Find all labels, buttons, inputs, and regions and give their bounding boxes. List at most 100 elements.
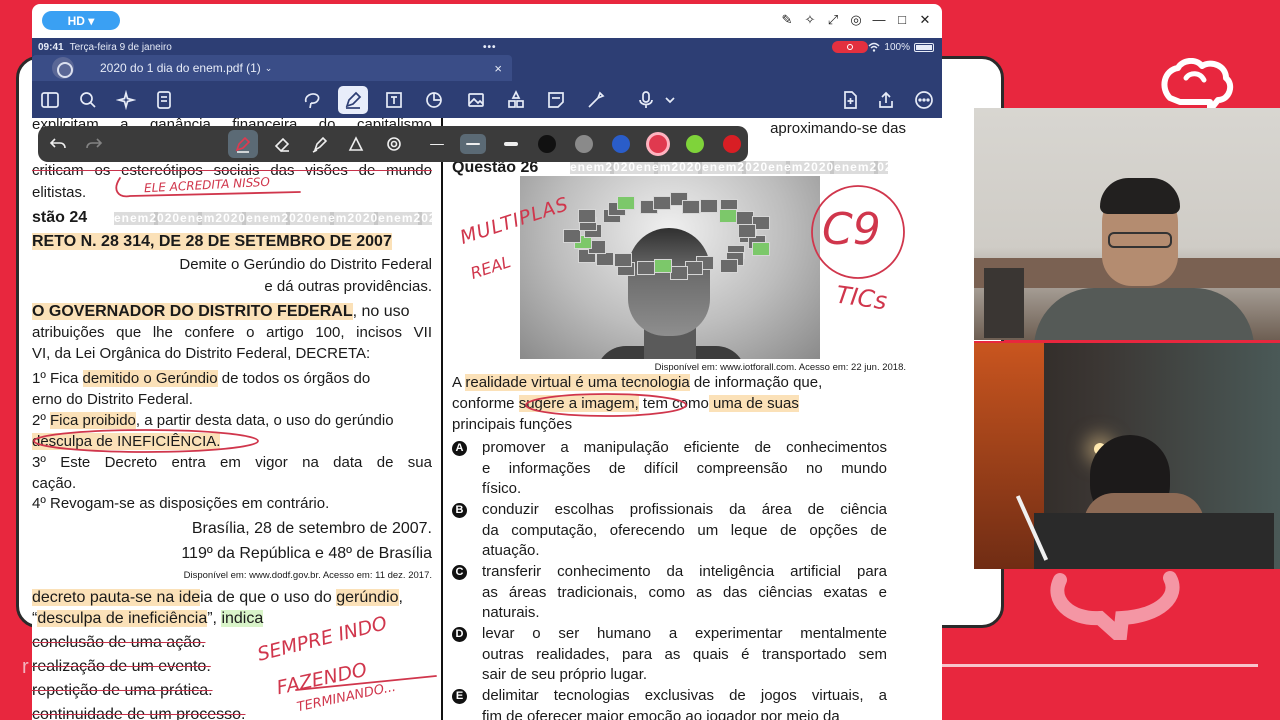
floating-screen: [670, 266, 689, 281]
status-time: 09:41: [38, 41, 64, 53]
add-page-icon[interactable]: [838, 88, 862, 112]
brain-logo-icon: [1161, 58, 1234, 113]
record-dot-icon: [847, 44, 853, 50]
question-stem: decreto pauta-se na ideia de que o uso d…: [32, 589, 403, 606]
eraser-icon[interactable]: [270, 132, 294, 156]
answer-option[interactable]: realização de um evento.: [32, 657, 211, 678]
maximize-button[interactable]: □: [895, 12, 909, 28]
share-icon[interactable]: [874, 88, 898, 112]
notes-icon[interactable]: [152, 88, 176, 112]
sticky-note-icon[interactable]: [544, 88, 568, 112]
text-box-icon[interactable]: [382, 88, 406, 112]
color-swatch[interactable]: [649, 135, 667, 153]
tab-close-button[interactable]: ×: [494, 61, 502, 76]
decree-article: 3º Este Decreto entra em vigor na data d…: [32, 454, 432, 471]
wifi-icon: [868, 42, 880, 52]
minimize-button[interactable]: —: [872, 12, 886, 28]
stroke-thin-button[interactable]: [424, 134, 450, 154]
ruler-pen-icon[interactable]: [344, 132, 368, 156]
option-text-line: conduzir escolhas profissionais da área …: [482, 501, 887, 518]
stroke-thick-button[interactable]: [498, 134, 524, 154]
color-swatch[interactable]: [612, 135, 630, 153]
option-text-line: levar o ser humano a experimentar mental…: [482, 625, 887, 642]
question-label: stão 24: [32, 209, 88, 226]
image-icon[interactable]: [464, 88, 488, 112]
floating-screen: [652, 195, 671, 210]
lasso-icon[interactable]: [300, 88, 324, 112]
resize-icon[interactable]: ⤢: [826, 12, 840, 28]
floating-screen: [613, 252, 632, 267]
question-stem: principais funções: [452, 416, 573, 433]
text-line: elitistas.: [32, 184, 87, 201]
color-swatch[interactable]: [575, 135, 593, 153]
text-line: cação.: [32, 475, 77, 492]
option-text-line: promover a manipulação eficiente de conh…: [482, 439, 887, 456]
question-stem: “desculpa de ineficiência”, indica: [32, 610, 264, 627]
host-shirt: [1034, 288, 1254, 340]
quality-selector[interactable]: HD ▾: [42, 11, 120, 30]
edit-icon[interactable]: ✎: [780, 12, 794, 28]
elements-icon[interactable]: [504, 88, 528, 112]
shape-recognizer-icon[interactable]: [382, 132, 406, 156]
source-citation: Disponível em: www.dodf.gov.br. Acesso e…: [183, 570, 432, 581]
answer-option[interactable]: repetição de uma prática.: [32, 681, 213, 702]
decree-ementa: e dá outras providências.: [264, 278, 432, 295]
close-button[interactable]: ✕: [918, 12, 932, 28]
option-letter-badge: A: [452, 441, 467, 456]
chevron-down-icon[interactable]: [658, 88, 682, 112]
floating-screen: [682, 200, 701, 215]
document-tab[interactable]: 2020 do 1 dia do enem.pdf (1) ⌄ ×: [32, 55, 512, 81]
shapes-icon[interactable]: [422, 88, 446, 112]
color-swatch[interactable]: [538, 135, 556, 153]
chevron-down-icon[interactable]: ⌄: [265, 63, 273, 74]
option-text-line: outras realidades, para as quais é trans…: [482, 645, 887, 663]
option-text-line: delimitar tecnologias exclusivas de jogo…: [482, 687, 887, 704]
decree-title: RETO N. 28 314, DE 28 DE SETEMBRO DE 200…: [32, 233, 392, 250]
decree-republic: 119º da República e 48º de Brasília: [181, 545, 432, 562]
undo-icon[interactable]: [46, 132, 70, 156]
answer-option[interactable]: conclusão de uma ação.: [32, 633, 205, 654]
ai-sparkle-icon[interactable]: [114, 88, 138, 112]
floating-screen: [563, 229, 581, 243]
tab-title: 2020 do 1 dia do enem.pdf (1): [100, 61, 261, 75]
question-stem: A realidade virtual é uma tecnologia de …: [452, 374, 823, 391]
color-swatch[interactable]: [723, 135, 741, 153]
redo-icon[interactable]: [82, 132, 106, 156]
main-toolbar: [32, 84, 942, 116]
option-text-line: físico.: [482, 480, 522, 497]
answer-option[interactable]: continuidade de um processo.: [32, 705, 245, 720]
status-date: Terça-feira 9 de janeiro: [69, 41, 172, 53]
option-text-line: naturais.: [482, 604, 540, 621]
floating-screen: [617, 195, 636, 210]
app-logo-icon: [52, 57, 74, 79]
sidebar-icon[interactable]: [38, 88, 62, 112]
glasses-icon: [1108, 232, 1172, 248]
column-divider: [441, 118, 443, 720]
multitask-dots[interactable]: •••: [483, 42, 497, 53]
decree-article: 2º Fica proibido, a partir desta data, o…: [32, 412, 394, 429]
option-text-line: as áreas tradicionais, como as das ciênc…: [482, 583, 887, 601]
search-icon[interactable]: [76, 88, 100, 112]
status-bar: 09:41 Terça-feira 9 de janeiro ••• 100%: [38, 40, 936, 54]
host-hair: [1100, 178, 1180, 214]
text-line: aproximando-se das: [770, 120, 906, 137]
laser-pointer-icon[interactable]: [584, 88, 608, 112]
pen-tool-icon[interactable]: [338, 86, 368, 114]
floating-screen: [752, 242, 771, 257]
record-icon[interactable]: ◎: [849, 12, 863, 28]
webcam-host: [974, 108, 1280, 340]
pin-icon[interactable]: ✧: [803, 12, 817, 28]
highlighter-icon[interactable]: [308, 132, 332, 156]
audio-record-icon[interactable]: [634, 88, 658, 112]
question-stem: conforme sugere a imagem, tem como uma d…: [452, 395, 799, 412]
decree-article: 4º Revogam-se as disposições em contrári…: [32, 495, 330, 512]
option-text-line: transferir conhecimento da inteligência …: [482, 563, 887, 580]
annotation-toolbar: [38, 126, 748, 162]
option-letter-badge: C: [452, 565, 467, 580]
stroke-medium-button[interactable]: [460, 134, 486, 154]
floating-screen: [577, 209, 596, 224]
fountain-pen-icon[interactable]: [228, 130, 258, 158]
color-swatch[interactable]: [686, 135, 704, 153]
more-options-icon[interactable]: [912, 88, 936, 112]
window-controls: ✎ ✧ ⤢ ◎ — □ ✕: [780, 12, 932, 28]
